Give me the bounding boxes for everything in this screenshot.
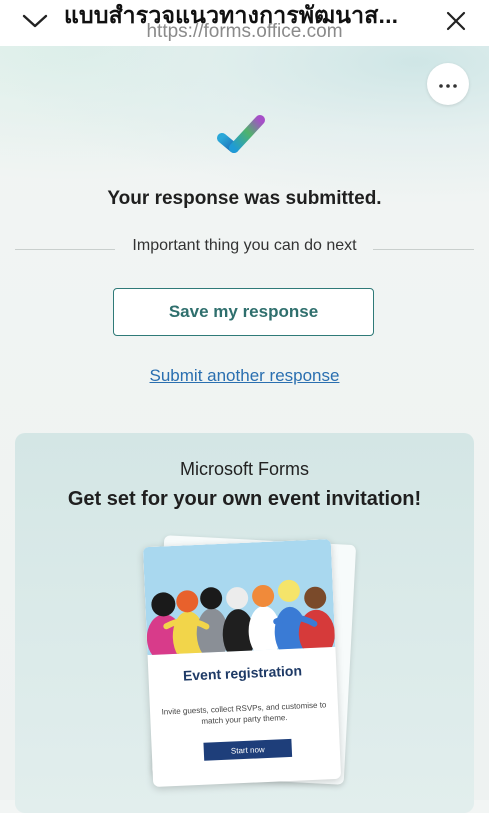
page-url: https://forms.office.com	[146, 21, 343, 42]
card-title: Event registration	[182, 662, 303, 684]
more-options-button[interactable]	[427, 63, 469, 105]
browser-toolbar: แบบสำรวจแนวทางการพัฒนาส... https://forms…	[0, 0, 489, 46]
confirmation-message: Your response was submitted.	[107, 188, 382, 209]
submit-another-link[interactable]: Submit another response	[0, 366, 489, 386]
promo-headline: Get set for your own event invitation!	[67, 488, 422, 510]
promo-brand: Microsoft Forms	[179, 459, 309, 479]
save-response-button[interactable]: Save my response	[113, 288, 374, 336]
next-steps-divider: Important thing you can do next	[15, 236, 474, 258]
people-illustration	[142, 539, 336, 664]
divider-line-right	[373, 249, 474, 250]
card-description: Invite guests, collect RSVPs, and custom…	[161, 700, 327, 726]
start-now-button[interactable]: Start now	[203, 738, 293, 761]
checkmark-icon	[216, 110, 272, 162]
next-steps-label: Important thing you can do next	[132, 237, 357, 254]
close-icon[interactable]	[443, 8, 469, 34]
more-options-icon	[439, 75, 457, 93]
event-promo-card[interactable]: Event registration Invite guests, collec…	[142, 539, 342, 787]
